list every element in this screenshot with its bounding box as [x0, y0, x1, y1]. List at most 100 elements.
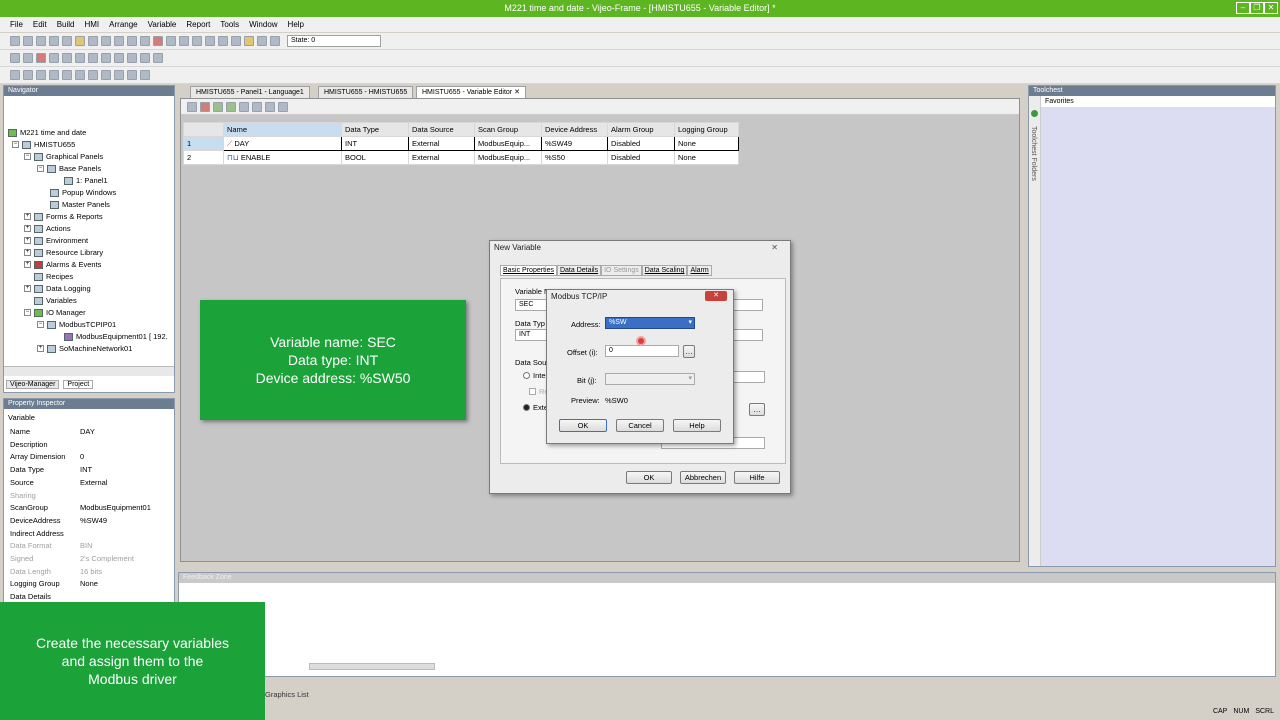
menu-build[interactable]: Build: [57, 20, 75, 29]
address-dropdown[interactable]: %SW ▾: [605, 317, 695, 329]
collapse-icon[interactable]: −: [37, 165, 44, 172]
expand-icon[interactable]: +: [24, 261, 31, 268]
tab-basic-properties[interactable]: Basic Properties: [500, 265, 557, 276]
property-value[interactable]: None: [78, 579, 98, 592]
offset-field[interactable]: 0: [605, 345, 679, 357]
property-row[interactable]: DeviceAddress %SW49: [8, 516, 176, 529]
property-row[interactable]: Source External: [8, 478, 176, 491]
forward-icon[interactable]: [192, 36, 202, 46]
print-icon[interactable]: [49, 36, 59, 46]
menu-edit[interactable]: Edit: [33, 20, 47, 29]
minus-icon[interactable]: [257, 36, 267, 46]
new-variable-help-button[interactable]: Hilfe: [734, 471, 780, 484]
state-dropdown[interactable]: State: 0: [287, 35, 381, 47]
table-row[interactable]: 1 ⟋ DAY INT External ModbusEquip... %SW4…: [183, 136, 739, 151]
tree-item-master-panels[interactable]: Master Panels: [50, 200, 110, 209]
property-value[interactable]: BIN: [78, 541, 93, 554]
property-value[interactable]: ModbusEquipment01: [78, 503, 151, 516]
bar-graph-icon[interactable]: [140, 70, 150, 80]
property-row[interactable]: Data Format BIN: [8, 541, 176, 554]
property-row[interactable]: Logging Group None: [8, 579, 176, 592]
col-data-source[interactable]: Data Source: [408, 122, 475, 137]
browse-button[interactable]: …: [749, 403, 765, 416]
expand-icon[interactable]: +: [24, 249, 31, 256]
distribute-icon[interactable]: [140, 53, 150, 63]
graphics-list-tab[interactable]: Graphics List: [265, 690, 309, 699]
lock-icon[interactable]: [244, 36, 254, 46]
bit-dropdown[interactable]: ▾: [605, 373, 695, 385]
property-row[interactable]: Array Dimension 0: [8, 452, 176, 465]
modbus-close-icon[interactable]: ✕: [705, 291, 727, 301]
filter-icon[interactable]: [278, 101, 288, 112]
new-file-icon[interactable]: [10, 36, 20, 46]
collapse-icon[interactable]: −: [24, 309, 31, 316]
save-icon[interactable]: [36, 36, 46, 46]
copy-icon[interactable]: [127, 36, 137, 46]
offset-browse-button[interactable]: …: [683, 345, 695, 358]
col-name[interactable]: Name: [223, 122, 342, 137]
col-data-type[interactable]: Data Type: [341, 122, 409, 137]
find-icon[interactable]: [166, 36, 176, 46]
tree-item-modbustcpip01[interactable]: − ModbusTCPIP01: [37, 320, 116, 329]
property-value[interactable]: %SW49: [78, 516, 107, 529]
property-row[interactable]: Indirect Address: [8, 529, 176, 542]
tab-alarm[interactable]: Alarm: [687, 265, 712, 276]
tree-item-actions[interactable]: + Actions: [24, 224, 71, 233]
polyline-icon[interactable]: [36, 70, 46, 80]
tree-item-base-panels[interactable]: − Base Panels: [37, 164, 101, 173]
menu-arrange[interactable]: Arrange: [109, 20, 137, 29]
menu-hmi[interactable]: HMI: [84, 20, 99, 29]
collapse-icon[interactable]: −: [37, 321, 44, 328]
import-icon[interactable]: [213, 101, 223, 112]
property-row[interactable]: Data Type INT: [8, 465, 176, 478]
find-variable-icon[interactable]: [239, 101, 249, 112]
col-alarm-group[interactable]: Alarm Group: [607, 122, 675, 137]
text-icon[interactable]: [75, 70, 85, 80]
delete-icon[interactable]: [153, 36, 163, 46]
close-window-button[interactable]: ✕: [1264, 2, 1278, 14]
align-bottom-icon[interactable]: [127, 53, 137, 63]
property-value[interactable]: 0: [78, 452, 84, 465]
lamp-icon[interactable]: [114, 70, 124, 80]
property-row[interactable]: Description: [8, 440, 176, 453]
property-value[interactable]: INT: [78, 465, 92, 478]
tab-panel1[interactable]: HMISTU655 - Panel1 - Language1: [190, 86, 310, 98]
tree-item-forms-reports[interactable]: + Forms & Reports: [24, 212, 103, 221]
expand-icon[interactable]: +: [24, 225, 31, 232]
export-icon[interactable]: [226, 101, 236, 112]
tab-vijeo-manager[interactable]: Vijeo-Manager: [6, 380, 60, 389]
tree-item-environment[interactable]: + Environment: [24, 236, 88, 245]
property-row[interactable]: Data Length 16 bits: [8, 567, 176, 580]
restore-button[interactable]: ❐: [1250, 2, 1264, 14]
back-icon[interactable]: [179, 36, 189, 46]
new-variable-close-icon[interactable]: ✕: [771, 243, 778, 252]
delete-variable-icon[interactable]: [200, 101, 210, 112]
tree-item-project[interactable]: M221 time and date: [8, 128, 86, 137]
open-file-icon[interactable]: [23, 36, 33, 46]
tab-data-details[interactable]: Data Details: [556, 265, 602, 276]
tree-item-recipes[interactable]: Recipes: [34, 272, 73, 281]
cut-icon[interactable]: [114, 36, 124, 46]
expand-icon[interactable]: +: [24, 285, 31, 292]
tree-item-data-logging[interactable]: + Data Logging: [24, 284, 91, 293]
new-variable-icon[interactable]: [187, 101, 197, 112]
align-right-icon[interactable]: [88, 53, 98, 63]
modbus-help-button[interactable]: Help: [673, 419, 721, 432]
property-value[interactable]: 16 bits: [78, 567, 102, 580]
property-row[interactable]: Signed 2's Complement: [8, 554, 176, 567]
tree-item-variables[interactable]: Variables: [34, 296, 77, 305]
radio-internal[interactable]: Inte: [523, 371, 546, 380]
property-value[interactable]: [78, 529, 80, 542]
bool-type-icon[interactable]: [265, 101, 275, 112]
align-top-icon[interactable]: [101, 53, 111, 63]
record-icon[interactable]: [36, 53, 46, 63]
menu-tools[interactable]: Tools: [220, 20, 239, 29]
meter-icon[interactable]: [127, 70, 137, 80]
property-value[interactable]: 2's Complement: [78, 554, 134, 567]
paste-icon[interactable]: [140, 36, 150, 46]
tree-item-popup-windows[interactable]: Popup Windows: [50, 188, 116, 197]
tab-io-settings[interactable]: IO Settings: [601, 265, 642, 276]
menu-variable[interactable]: Variable: [148, 20, 177, 29]
group-icon[interactable]: [153, 53, 163, 63]
minimize-button[interactable]: –: [1236, 2, 1250, 14]
